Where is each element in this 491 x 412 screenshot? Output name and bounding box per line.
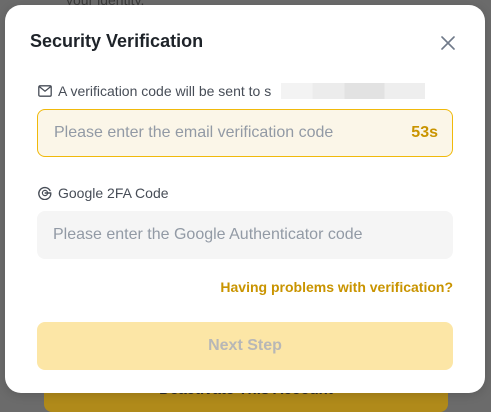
google-icon xyxy=(38,186,52,200)
email-field-label: A verification code will be sent to s xyxy=(38,83,426,99)
email-code-input[interactable] xyxy=(52,123,412,143)
email-code-field[interactable]: 53s xyxy=(37,109,453,157)
google-code-input[interactable] xyxy=(51,225,439,245)
modal-title: Security Verification xyxy=(30,31,204,51)
close-button[interactable] xyxy=(437,32,459,54)
close-icon xyxy=(441,36,455,50)
masked-email xyxy=(281,83,426,99)
mail-icon xyxy=(38,85,52,97)
verification-help-link[interactable]: Having problems with verification? xyxy=(220,279,453,295)
security-verification-modal: Security Verification A verification cod… xyxy=(5,5,485,393)
resend-countdown: 53s xyxy=(411,124,438,141)
google-label-text: Google 2FA Code xyxy=(58,185,169,201)
google-2fa-label: Google 2FA Code xyxy=(38,185,169,201)
next-step-button[interactable]: Next Step xyxy=(37,322,453,370)
email-label-text: A verification code will be sent to s xyxy=(58,83,272,99)
google-code-field[interactable] xyxy=(37,211,453,259)
